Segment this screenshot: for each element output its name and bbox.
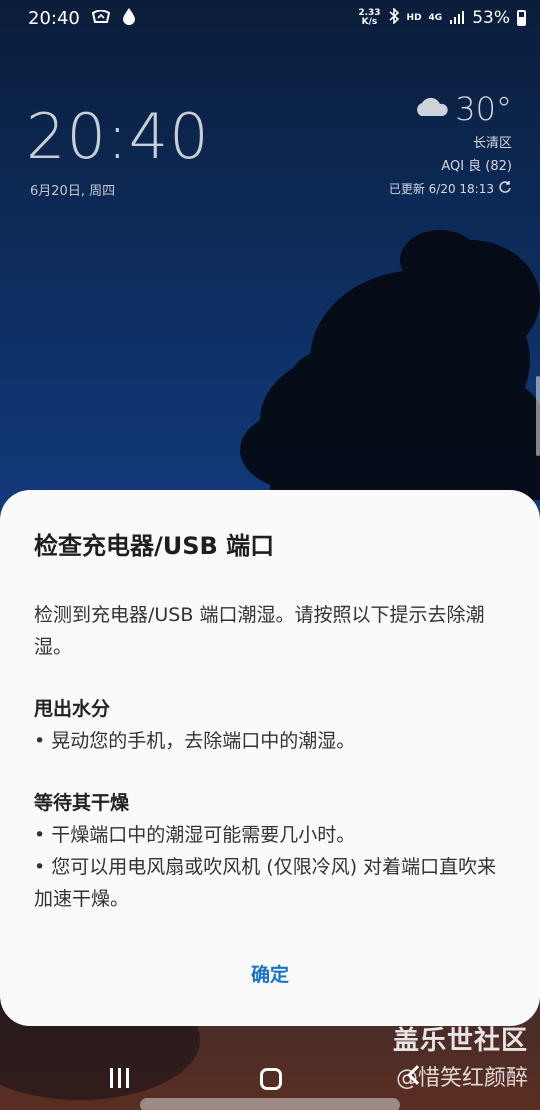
signal-icon <box>449 8 465 29</box>
network-type: 4G <box>428 13 443 23</box>
watermark-site: 盖乐世社区 <box>392 1026 528 1056</box>
section-dry-item-1: • 干燥端口中的潮湿可能需要几小时。 <box>34 824 356 846</box>
ok-button[interactable]: 确定 <box>0 960 540 987</box>
bluetooth-icon <box>388 6 400 29</box>
section-dry-title: 等待其干燥 <box>34 792 130 814</box>
dialog-intro: 检测到充电器/USB 端口潮湿。请按照以下提示去除潮湿。 <box>34 604 485 658</box>
refresh-icon[interactable] <box>498 180 512 197</box>
home-button[interactable] <box>260 1068 282 1090</box>
water-drop-icon <box>122 7 136 30</box>
wifi-hotspot-icon <box>91 8 111 29</box>
section-shake-item: • 晃动您的手机，去除端口中的潮湿。 <box>34 730 356 752</box>
weather-updated-text: 已更新 6/20 18:13 <box>388 182 494 196</box>
lockscreen-date: 6月20日, 周四 <box>30 184 116 199</box>
weather-aqi: AQI 良 (82) <box>441 159 512 174</box>
weather-widget[interactable]: 30° 长清区 AQI 良 (82) 已更新 6/20 18:13 <box>389 90 512 197</box>
cloud-icon <box>413 96 449 122</box>
hd-voice-indicator: HD <box>406 13 422 23</box>
status-time: 20:40 <box>28 7 80 29</box>
battery-icon <box>517 10 526 26</box>
weather-updated: 已更新 6/20 18:13 <box>389 180 512 197</box>
weather-district: 长清区 <box>472 136 512 151</box>
section-dry-item-2: • 您可以用电风扇或吹风机 (仅限冷风) 对着端口直吹来加速干燥。 <box>34 856 497 910</box>
dialog-title: 检查充电器/USB 端口 <box>34 532 275 560</box>
battery-percent: 53% <box>472 8 510 28</box>
status-bar: 20:40 2.33 K/s HD 4G 53% <box>0 0 540 36</box>
network-speed: 2.33 K/s <box>358 8 381 27</box>
recents-button[interactable] <box>110 1068 129 1088</box>
moisture-warning-dialog: 检查充电器/USB 端口 检测到充电器/USB 端口潮湿。请按照以下提示去除潮湿… <box>0 490 540 1026</box>
lockscreen-clock: 20:40 <box>26 100 210 173</box>
weather-temperature: 30° <box>455 90 512 128</box>
gesture-handle[interactable] <box>140 1098 400 1110</box>
edge-panel-handle[interactable] <box>536 376 540 456</box>
section-shake-title: 甩出水分 <box>34 698 111 720</box>
